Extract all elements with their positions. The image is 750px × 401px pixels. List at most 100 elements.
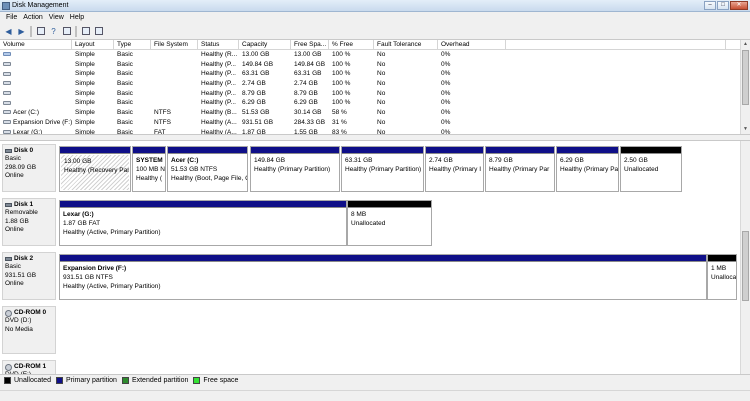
volume-cell-text: 149.84 GB bbox=[294, 60, 326, 68]
column-header-free-space[interactable]: Free Spa... bbox=[291, 40, 329, 49]
partition-size: 8.79 GB bbox=[489, 157, 513, 164]
partition-size: 931.51 GB NTFS bbox=[63, 274, 113, 281]
volume-row[interactable]: Simple Basic Healthy (P... 8.79 GB 8.79 GB 10… bbox=[0, 89, 740, 99]
unallocated-space[interactable]: 1 MB Unalloca bbox=[707, 254, 737, 300]
volume-cell: 149.84 GB bbox=[291, 60, 329, 70]
close-button[interactable]: ✕ bbox=[730, 1, 748, 10]
column-header-overhead[interactable]: Overhead bbox=[438, 40, 506, 49]
scrollbar-thumb[interactable] bbox=[742, 231, 749, 301]
volume-cell: No bbox=[374, 98, 438, 108]
back-arrow-icon[interactable]: ◀ bbox=[3, 26, 14, 37]
volume-row[interactable]: Simple Basic Healthy (P... 63.31 GB 63.31 GB… bbox=[0, 69, 740, 79]
partition-status: Unallocated bbox=[624, 166, 659, 173]
partition-info: 13.00 GB Healthy (Recovery Par bbox=[61, 155, 129, 190]
partition-block[interactable]: 6.29 GB Healthy (Primary Pa bbox=[556, 146, 619, 192]
volume-row[interactable]: Expansion Drive (F:) Simple Basic NTFS Healt… bbox=[0, 118, 740, 128]
volume-cell: Healthy (P... bbox=[198, 79, 239, 89]
volume-cell-text: 6.29 GB bbox=[242, 99, 266, 107]
partition-size: 6.29 GB bbox=[560, 157, 584, 164]
volume-cell-text: 63.31 GB bbox=[242, 70, 270, 78]
column-header-volume[interactable]: Volume bbox=[0, 40, 72, 49]
list-view-icon[interactable] bbox=[35, 26, 46, 37]
partition-info: SYSTEM 100 MB N Healthy ( bbox=[133, 154, 165, 183]
disk-label-1[interactable]: Disk 1 Removable 1.88 GB Online bbox=[2, 198, 56, 246]
volume-cell: 0% bbox=[438, 79, 506, 89]
disk-view-scrollbar[interactable] bbox=[740, 141, 750, 374]
volume-row[interactable]: Acer (C:) Simple Basic NTFS Healthy (B... 51.… bbox=[0, 108, 740, 118]
properties-icon[interactable] bbox=[61, 26, 72, 37]
volume-cell bbox=[151, 79, 198, 89]
volume-cell: Simple bbox=[72, 50, 114, 60]
volume-cell: Healthy (P... bbox=[198, 98, 239, 108]
scroll-down-icon[interactable]: ▼ bbox=[742, 126, 749, 133]
volume-cell: Basic bbox=[114, 108, 151, 118]
column-header-type[interactable]: Type bbox=[114, 40, 151, 49]
unallocated-space[interactable]: 2.50 GB Unallocated bbox=[620, 146, 682, 192]
disk-name-text: CD-ROM 1 bbox=[14, 363, 47, 370]
volume-cell-text: 100 % bbox=[332, 51, 351, 58]
menu-file[interactable]: File bbox=[4, 12, 21, 23]
disk-name: CD-ROM 1 bbox=[5, 363, 53, 371]
volume-cell: 284.33 GB bbox=[291, 118, 329, 128]
partition-block[interactable]: 149.84 GB Healthy (Primary Partition) bbox=[250, 146, 340, 192]
partition-block[interactable]: Lexar (G:) 1.87 GB FAT Healthy (Active, Pr… bbox=[59, 200, 347, 246]
column-header-capacity[interactable]: Capacity bbox=[239, 40, 291, 49]
volume-cell-text: 2.74 GB bbox=[242, 80, 266, 88]
column-header-file-system[interactable]: File System bbox=[151, 40, 198, 49]
maximize-button[interactable]: □ bbox=[717, 1, 729, 10]
partition-block[interactable]: 13.00 GB Healthy (Recovery Par bbox=[59, 146, 131, 192]
column-header-layout[interactable]: Layout bbox=[72, 40, 114, 49]
volume-list: Volume Layout Type File System Status Ca… bbox=[0, 40, 740, 134]
partition-info: 8 MB Unallocated bbox=[348, 208, 431, 228]
menu-action[interactable]: Action bbox=[21, 12, 46, 23]
volume-cell-text: Simple bbox=[75, 99, 95, 107]
volume-cell-text: Simple bbox=[75, 60, 95, 68]
minimize-button[interactable]: – bbox=[704, 1, 716, 10]
disk-label-3[interactable]: CD-ROM 0 DVD (D:) No Media bbox=[2, 306, 56, 354]
partition-block[interactable]: 2.74 GB Healthy (Primary I bbox=[425, 146, 484, 192]
rescan-icon[interactable] bbox=[80, 26, 91, 37]
partition-type-bar bbox=[708, 255, 736, 262]
disk-label-4[interactable]: CD-ROM 1DVD (E:) bbox=[2, 360, 56, 374]
volume-list-scrollbar[interactable]: ▲ ▼ bbox=[740, 40, 750, 134]
volume-cell-text: Basic bbox=[117, 51, 133, 58]
volume-cell-text: Basic bbox=[117, 80, 133, 88]
partition-block[interactable]: 63.31 GB Healthy (Primary Partition) bbox=[341, 146, 424, 192]
menu-view[interactable]: View bbox=[47, 12, 68, 23]
volume-cell-filler bbox=[506, 50, 726, 60]
disk-label-0[interactable]: Disk 0 Basic 298.09 GB Online bbox=[2, 144, 56, 192]
column-header-fault-tolerance[interactable]: Fault Tolerance bbox=[374, 40, 438, 49]
volume-cell: Simple bbox=[72, 108, 114, 118]
volume-cell-text: Basic bbox=[117, 70, 133, 78]
partition-size: 100 MB N bbox=[136, 166, 165, 173]
scroll-up-icon[interactable]: ▲ bbox=[742, 41, 749, 48]
forward-arrow-icon[interactable]: ▶ bbox=[16, 26, 27, 37]
volume-cell: Healthy (A... bbox=[198, 118, 239, 128]
volume-cell-filler bbox=[506, 89, 726, 99]
column-header-percent-free[interactable]: % Free bbox=[329, 40, 374, 49]
pane-splitter[interactable] bbox=[0, 134, 750, 141]
unallocated-space[interactable]: 8 MB Unallocated bbox=[347, 200, 432, 246]
volume-cell-text: 0% bbox=[441, 70, 451, 78]
volume-row[interactable]: Simple Basic Healthy (R... 13.00 GB 13.00 GB… bbox=[0, 50, 740, 60]
partition-block[interactable]: 8.79 GB Healthy (Primary Par bbox=[485, 146, 555, 192]
help-icon[interactable]: ? bbox=[48, 26, 59, 37]
disk-label-2[interactable]: Disk 2 Basic 931.51 GB Online bbox=[2, 252, 56, 300]
partition-block[interactable]: Expansion Drive (F:) 931.51 GB NTFS Health… bbox=[59, 254, 707, 300]
partition-block[interactable]: SYSTEM 100 MB N Healthy ( bbox=[132, 146, 166, 192]
column-header-status[interactable]: Status bbox=[198, 40, 239, 49]
menu-help[interactable]: Help bbox=[68, 12, 88, 23]
volume-cell: 0% bbox=[438, 69, 506, 79]
scrollbar-thumb[interactable] bbox=[742, 50, 749, 105]
volume-list-header: Volume Layout Type File System Status Ca… bbox=[0, 40, 740, 50]
volume-cell bbox=[0, 69, 72, 79]
disk-state: Online bbox=[5, 279, 24, 287]
volume-row[interactable]: Simple Basic Healthy (P... 2.74 GB 2.74 GB 10… bbox=[0, 79, 740, 89]
settings-icon[interactable] bbox=[93, 26, 104, 37]
volume-cell bbox=[151, 98, 198, 108]
volume-cell-text: Healthy (P... bbox=[201, 80, 236, 88]
volume-row[interactable]: Simple Basic Healthy (P... 149.84 GB 149.84 … bbox=[0, 60, 740, 70]
partition-block[interactable]: Acer (C:) 51.53 GB NTFS Healthy (Boot, Pag… bbox=[167, 146, 248, 192]
volume-cell-text: 0% bbox=[441, 80, 451, 88]
volume-row[interactable]: Simple Basic Healthy (P... 6.29 GB 6.29 GB 10… bbox=[0, 98, 740, 108]
